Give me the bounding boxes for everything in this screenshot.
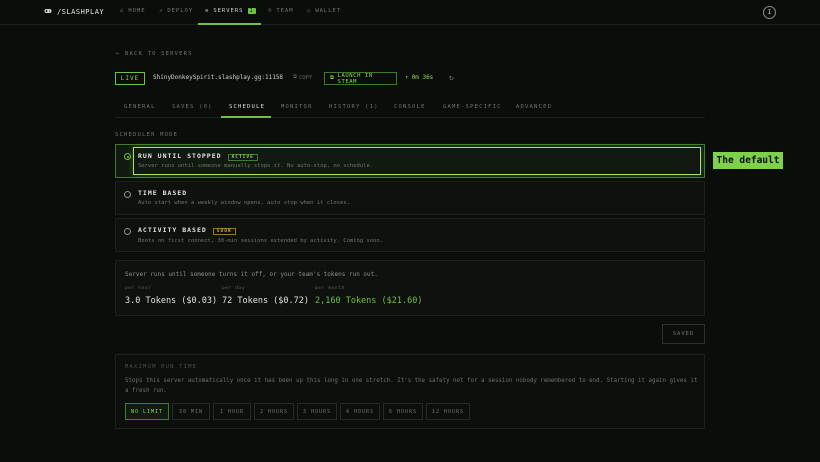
arrow-left-icon: ← <box>116 51 121 57</box>
per-hour-label: per hour <box>125 286 152 291</box>
uptime-value: 0m 36s <box>411 74 434 81</box>
soon-badge: SOON <box>212 228 236 235</box>
option-6-hours[interactable]: 6 HOURS <box>383 403 423 420</box>
max-run-time-section: MAXIMUM RUN TIME Stops this server autom… <box>115 354 705 429</box>
nav-team[interactable]: ☺ TEAM <box>268 8 294 14</box>
option-12-hours[interactable]: 12 HOURS <box>426 403 470 420</box>
tab-console[interactable]: CONSOLE <box>394 104 426 110</box>
wallet-icon: ▭ <box>307 8 312 14</box>
server-icon: ⚒ <box>205 8 210 14</box>
mode-title: TIME BASED <box>138 189 188 197</box>
tab-game-specific[interactable]: GAME-SPECIFIC <box>443 104 502 110</box>
radio-time-based[interactable] <box>124 191 131 198</box>
server-address: ShinyDonkeySpirit.slashplay.gg:11158 <box>153 74 284 81</box>
launch-steam-button[interactable]: ⧉ LAUNCH IN STEAM <box>324 72 397 85</box>
tab-schedule[interactable]: SCHEDULE <box>229 104 265 110</box>
highlight-annotation-box <box>133 147 701 175</box>
tab-general[interactable]: GENERAL <box>124 104 156 110</box>
copy-button[interactable]: ⧉ COPY <box>293 74 312 81</box>
tab-history[interactable]: HISTORY (1) <box>329 104 379 110</box>
mode-time-based[interactable]: TIME BASED Auto start when a weekly wind… <box>115 181 705 215</box>
user-initial: I <box>767 9 772 16</box>
back-link[interactable]: ← BACK TO SERVERS <box>116 51 193 57</box>
copy-icon: ⧉ <box>293 74 297 80</box>
saved-button[interactable]: SAVED <box>662 324 705 344</box>
max-run-time-label: MAXIMUM RUN TIME <box>125 364 198 370</box>
user-avatar-button[interactable]: I <box>763 6 776 19</box>
arrow-up-icon: ↑ <box>405 74 409 81</box>
nav-servers[interactable]: ⚒ SERVERS 1 <box>205 8 256 14</box>
rocket-icon: ↗ <box>159 8 164 14</box>
uptime: ↑ 0m 36s <box>405 74 433 81</box>
team-icon: ☺ <box>268 8 273 14</box>
tab-bar <box>115 117 705 118</box>
nav-deploy-label: DEPLOY <box>167 8 194 14</box>
mode-description: Auto start when a weekly window opens, a… <box>138 200 350 206</box>
per-month-value: 2,160 Tokens ($21.60) <box>315 296 423 306</box>
radio-run-until-stopped[interactable] <box>124 153 131 160</box>
home-icon: ⌂ <box>120 8 125 14</box>
per-day-value: 72 Tokens ($0.72) <box>222 296 309 306</box>
radio-activity-based <box>124 228 131 235</box>
mode-activity-based: ACTIVITY BASED SOON Boots on first connec… <box>115 218 705 252</box>
tab-advanced[interactable]: ADVANCED <box>516 104 552 110</box>
cost-summary: Server runs until someone turns it off, … <box>115 260 705 316</box>
nav-home[interactable]: ⌂ HOME <box>120 8 146 14</box>
per-month-label: per month <box>315 286 345 291</box>
controller-icon <box>44 8 52 16</box>
nav-wallet[interactable]: ▭ WALLET <box>307 8 341 14</box>
copy-label: COPY <box>298 74 313 81</box>
mode-description: Boots on first connect, 30-min sessions … <box>138 238 384 244</box>
servers-count-badge: 1 <box>247 8 256 14</box>
status-badge: LIVE <box>115 72 145 85</box>
tab-saves[interactable]: SAVES (0) <box>172 104 213 110</box>
nav-team-label: TEAM <box>276 8 294 14</box>
launch-steam-label: LAUNCH IN STEAM <box>337 72 373 85</box>
brand-logo[interactable]: /SLASHPLAY <box>44 8 104 16</box>
refresh-icon[interactable]: ↻ <box>449 73 454 82</box>
option-4-hours[interactable]: 4 HOURS <box>340 403 380 420</box>
option-2-hours[interactable]: 2 HOURS <box>254 403 294 420</box>
tab-monitor[interactable]: MONITOR <box>281 104 313 110</box>
external-link-icon: ⧉ <box>330 75 335 81</box>
mode-title: ACTIVITY BASED SOON <box>138 226 236 235</box>
max-run-time-description: Stops this server automatically once it … <box>125 378 698 394</box>
mode-title-text: ACTIVITY BASED <box>138 226 207 234</box>
annotation-callout: The default <box>713 152 783 169</box>
option-no-limit[interactable]: NO LIMIT <box>125 403 169 420</box>
per-day-label: per day <box>222 286 246 291</box>
per-hour-value: 3.0 Tokens ($0.03) <box>125 296 218 306</box>
nav-deploy[interactable]: ↗ DEPLOY <box>159 8 193 14</box>
nav-servers-label: SERVERS <box>213 8 244 14</box>
nav-home-label: HOME <box>128 8 146 14</box>
scheduler-mode-label: SCHEDULER MODE <box>115 132 179 138</box>
nav-wallet-label: WALLET <box>315 8 342 14</box>
option-1-hour[interactable]: 1 HOUR <box>213 403 251 420</box>
option-3-hours[interactable]: 3 HOURS <box>297 403 337 420</box>
back-label: BACK TO SERVERS <box>125 51 193 57</box>
tab-active-indicator <box>221 116 271 118</box>
option-30-min[interactable]: 30 MIN <box>172 403 210 420</box>
brand-name: /SLASHPLAY <box>57 8 105 16</box>
cost-note: Server runs until someone turns it off, … <box>125 271 378 278</box>
nav-active-indicator <box>198 23 261 25</box>
